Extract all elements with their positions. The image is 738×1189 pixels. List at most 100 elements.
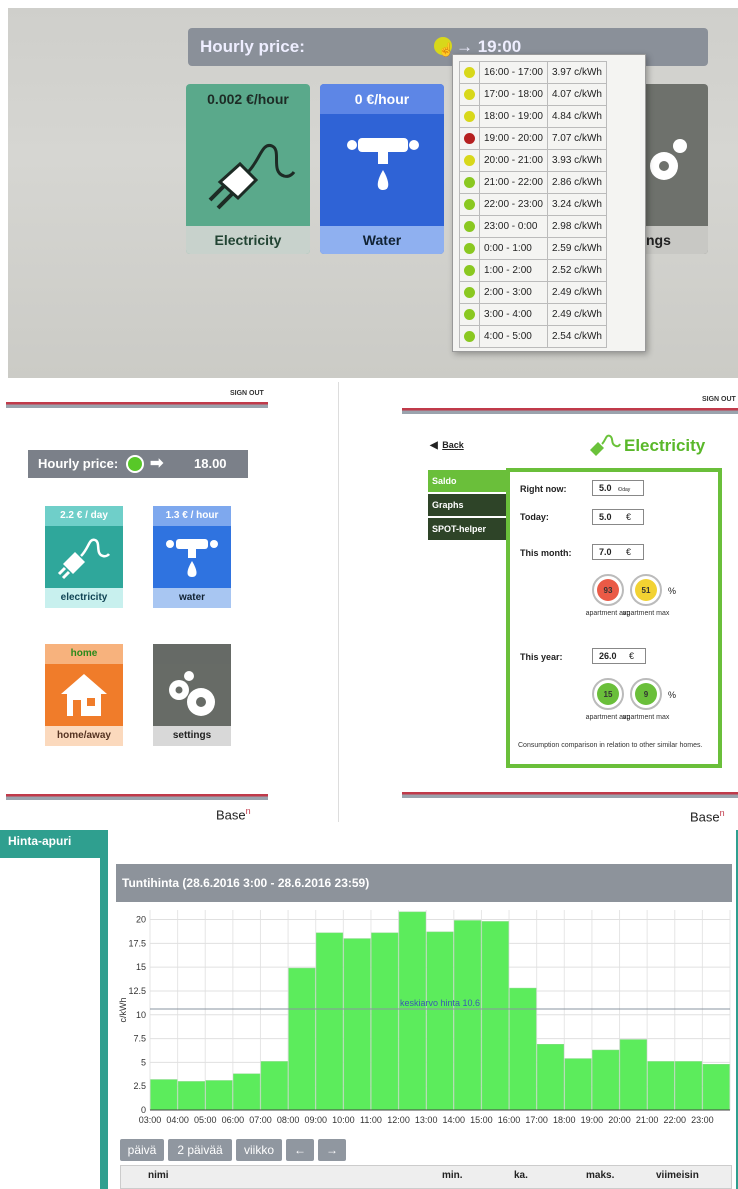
y-axis-label: c/kWh — [118, 997, 128, 1022]
water-label: water — [153, 588, 231, 608]
menu-item-spot-helper[interactable]: SPOT-helper — [428, 518, 506, 542]
col-nimi: nimi — [148, 1170, 169, 1181]
x-tick-label: 07:00 — [249, 1115, 272, 1125]
y-tick-label: 17.5 — [128, 938, 146, 948]
electricity-screen: SIGN OUT ◀ Back Electricity Saldo Graphs… — [340, 382, 738, 824]
range-2-days-button[interactable]: 2 päivää — [168, 1139, 232, 1161]
page-title: Electricity — [624, 436, 706, 455]
hour-price: 2.59 c/kWh — [546, 237, 607, 260]
comparison-note: Consumption comparison in relation to ot… — [518, 742, 703, 749]
gears-icon — [169, 671, 215, 716]
x-tick-label: 23:00 — [691, 1115, 714, 1125]
x-tick-label: 05:00 — [194, 1115, 217, 1125]
x-tick-label: 03:00 — [139, 1115, 162, 1125]
kiosk-electricity-label: Electricity — [186, 226, 310, 254]
bar — [177, 1081, 205, 1111]
price-level-dot — [459, 61, 480, 84]
price-row: 18:00 - 19:00 4.84 c/kWh — [459, 105, 607, 128]
x-tick-label: 20:00 — [608, 1115, 631, 1125]
price-row: 16:00 - 17:00 3.97 c/kWh — [459, 61, 607, 84]
range-week-button[interactable]: viikko — [236, 1139, 282, 1161]
year-label: This year: — [520, 652, 563, 662]
electricity-cost: 2.2 € / day — [45, 506, 123, 526]
hour-range: 4:00 - 5:00 — [479, 325, 548, 348]
x-tick-label: 19:00 — [581, 1115, 604, 1125]
faucet-icon — [347, 138, 419, 190]
bar — [592, 1049, 620, 1111]
sign-out-link[interactable]: SIGN OUT — [230, 390, 264, 397]
price-row: 2:00 - 3:00 2.49 c/kWh — [459, 281, 607, 304]
electricity-tile[interactable]: 2.2 € / day electricity — [45, 506, 123, 608]
hourly-price-label: Hourly price: — [200, 37, 305, 56]
hour-range: 1:00 - 2:00 — [479, 259, 548, 282]
kiosk-settings-label: ngs — [636, 226, 708, 254]
month-field: 7.0 € — [592, 544, 644, 560]
x-tick-label: 21:00 — [636, 1115, 659, 1125]
sign-out-link[interactable]: SIGN OUT — [702, 396, 736, 403]
today-field: 5.0 € — [592, 509, 644, 525]
menu-item-graphs[interactable]: Graphs — [428, 494, 506, 518]
back-link[interactable]: ◀ Back — [430, 440, 464, 451]
x-tick-label: 14:00 — [443, 1115, 466, 1125]
water-tile[interactable]: 1.3 € / hour water — [153, 506, 231, 608]
house-icon — [61, 674, 107, 716]
month-avg-gauge: 93 — [592, 574, 624, 606]
today-label: Today: — [520, 512, 549, 522]
next-button[interactable]: → — [318, 1139, 346, 1161]
price-level-dot — [459, 105, 480, 128]
home-away-tile[interactable]: home home/away — [45, 644, 123, 746]
x-tick-label: 12:00 — [387, 1115, 410, 1125]
bar — [260, 1061, 288, 1111]
bar — [536, 1044, 565, 1111]
range-day-button[interactable]: päivä — [120, 1139, 164, 1161]
col-min: min. — [442, 1170, 463, 1181]
bar — [288, 967, 316, 1111]
percent-sign-2: % — [668, 690, 677, 700]
y-tick-label: 5 — [141, 1057, 146, 1067]
price-level-dot — [459, 193, 480, 216]
x-tick-label: 15:00 — [470, 1115, 493, 1125]
price-level-dot — [459, 303, 480, 326]
prev-button[interactable]: ← — [286, 1139, 314, 1161]
side-menu: Saldo Graphs SPOT-helper — [428, 470, 506, 542]
left-accent-bar — [100, 858, 108, 1189]
hourly-price-popup: 16:00 - 17:00 3.97 c/kWh 17:00 - 18:00 4.07… — [452, 54, 646, 352]
settings-label: settings — [153, 726, 231, 746]
footer-stripe — [402, 792, 738, 798]
kiosk-water-tile[interactable]: 0 €/hour Water — [320, 84, 444, 254]
kiosk-electricity-tile[interactable]: 0.002 €/hour Electricity — [186, 84, 310, 254]
back-arrow-icon: ◀ — [430, 440, 438, 451]
menu-item-saldo[interactable]: Saldo — [428, 470, 506, 494]
price-row: 1:00 - 2:00 2.52 c/kWh — [459, 259, 607, 282]
water-cost: 1.3 € / hour — [153, 506, 231, 526]
kiosk-settings-tile[interactable]: ngs — [636, 84, 708, 254]
col-viimeisin: viimeisin — [656, 1170, 699, 1181]
bar — [564, 1058, 592, 1111]
kiosk-photo: Hourly price: ☝ → 19:00 0.002 €/hour Ele… — [8, 8, 738, 378]
price-row: 0:00 - 1:00 2.59 c/kWh — [459, 237, 607, 260]
price-level-dot — [459, 171, 480, 194]
hour-price: 2.98 c/kWh — [546, 215, 607, 238]
settings-tile[interactable]: settings — [153, 644, 231, 746]
hour-price: 2.49 c/kWh — [546, 303, 607, 326]
bar — [398, 911, 426, 1111]
x-tick-label: 09:00 — [304, 1115, 327, 1125]
hour-price: 4.07 c/kWh — [546, 83, 607, 106]
y-tick-label: 10 — [136, 1010, 146, 1020]
price-level-dot — [459, 215, 480, 238]
y-tick-label: 20 — [136, 915, 146, 925]
hour-range: 20:00 - 21:00 — [479, 149, 548, 172]
apartment-max-label: apartment max — [622, 610, 670, 617]
table-header-row — [120, 1165, 732, 1189]
bar — [454, 920, 482, 1111]
tab-hinta-apuri[interactable]: Hinta-apuri — [0, 830, 108, 858]
chart-title: Tuntihinta (28.6.2016 3:00 - 28.6.2016 2… — [116, 864, 732, 902]
plug-icon — [57, 538, 111, 580]
month-max-gauge: 51 — [630, 574, 662, 606]
settings-top — [153, 644, 231, 664]
kiosk-water-price: 0 €/hour — [320, 84, 444, 114]
y-tick-label: 15 — [136, 962, 146, 972]
bar — [647, 1061, 675, 1111]
hour-price: 2.49 c/kWh — [546, 281, 607, 304]
apartment-max-label-2: apartment max — [622, 714, 670, 721]
